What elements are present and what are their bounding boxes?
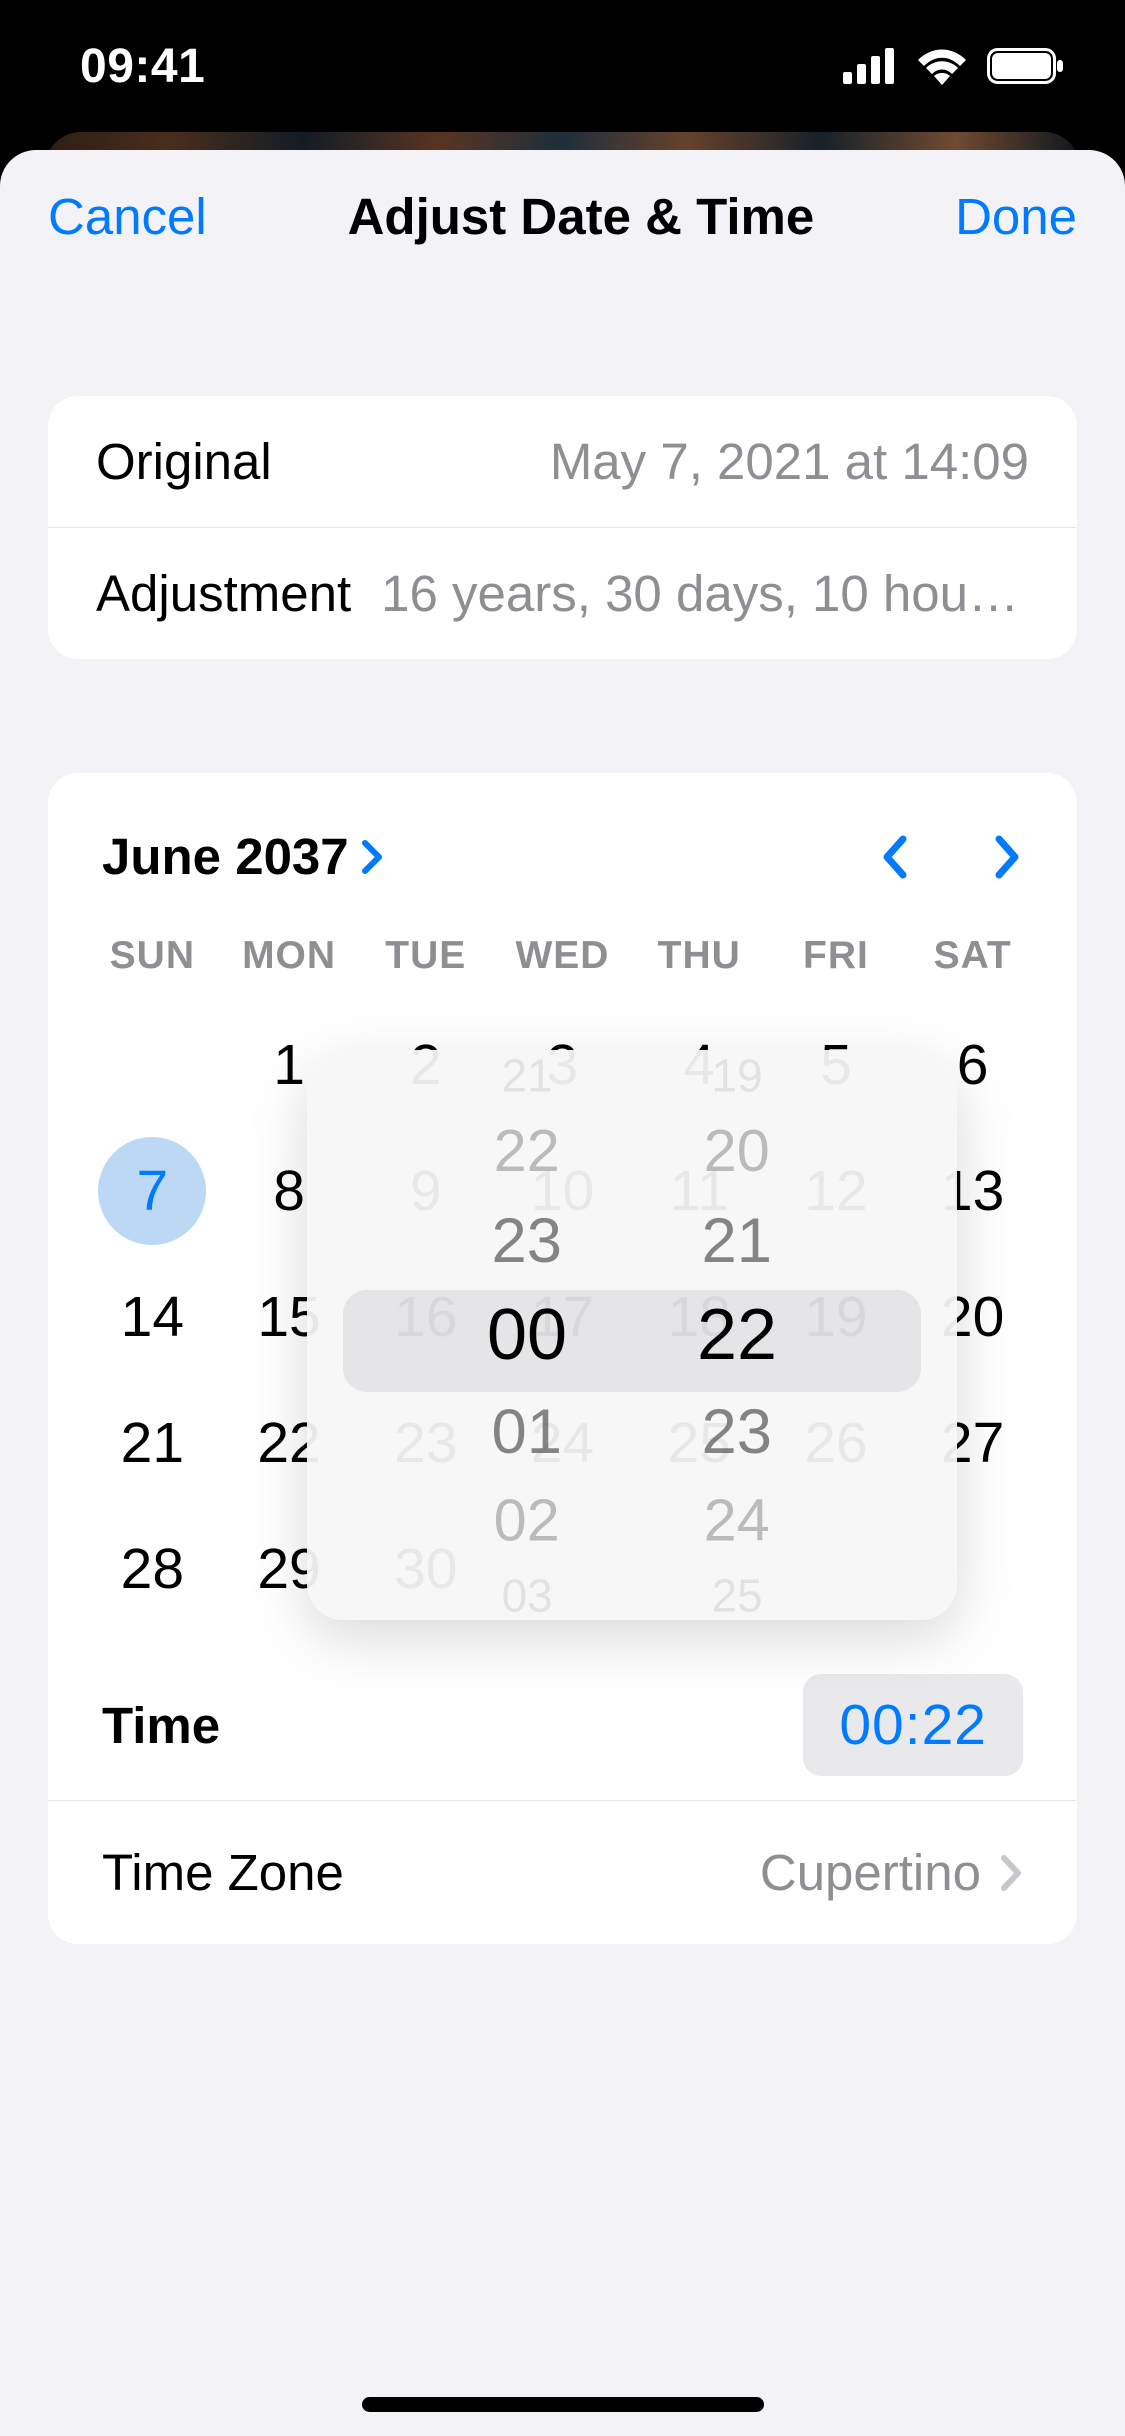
picker-wheel-item[interactable]: 02 [494,1480,560,1559]
picker-wheel-item[interactable]: 19 [711,1050,762,1099]
picker-wheel-item[interactable]: 03 [501,1570,552,1619]
calendar-day[interactable]: 21 [84,1380,221,1506]
weekday-label: SAT [904,934,1041,978]
done-button[interactable]: Done [955,187,1077,246]
adjustment-label: Adjustment [96,564,351,623]
weekday-label: TUE [357,934,494,978]
picker-wheel-item[interactable]: 01 [492,1388,562,1472]
picker-wheel-item[interactable]: 24 [704,1480,770,1559]
picker-wheel-item[interactable]: 22 [697,1285,777,1384]
cellular-icon [843,48,897,84]
weekday-header: SUNMONTUEWEDTHUFRISAT [48,916,1077,990]
status-time: 09:41 [80,39,205,94]
time-label: Time [102,1696,220,1755]
chevron-right-icon [999,1852,1023,1894]
next-month-button[interactable] [993,833,1023,881]
weekday-label: THU [631,934,768,978]
weekday-label: MON [221,934,358,978]
picker-wheel-item[interactable]: 21 [702,1198,772,1282]
picker-wheel-item[interactable]: 25 [711,1570,762,1619]
picker-wheel-item[interactable]: 20 [704,1111,770,1190]
picker-wheel-item[interactable]: 23 [702,1388,772,1472]
adjustment-value: 16 years, 30 days, 10 hours, 13 minu... [381,564,1029,623]
month-nav-arrows [879,833,1023,881]
info-card: Original May 7, 2021 at 14:09 Adjustment… [48,396,1077,659]
status-bar: 09:41 [0,0,1125,132]
time-row: Time 00:22 [48,1650,1077,1800]
original-row: Original May 7, 2021 at 14:09 [48,396,1077,527]
timezone-row[interactable]: Time Zone Cupertino [48,1800,1077,1944]
wifi-icon [915,46,969,86]
original-label: Original [96,432,272,491]
hour-wheel[interactable]: 21 22 230001 02 03 [422,1050,632,1620]
calendar-day[interactable]: 28 [84,1506,221,1632]
month-year-toggle[interactable]: June 2037 [102,827,385,886]
picker-wheel-item[interactable]: 21 [501,1050,552,1099]
weekday-label: WED [494,934,631,978]
minute-wheel[interactable]: 19 20 212223 24 25 [632,1050,842,1620]
prev-month-button[interactable] [879,833,909,881]
picker-wheel-item[interactable]: 22 [494,1111,560,1190]
time-value-button[interactable]: 00:22 [803,1674,1023,1776]
sheet-title: Adjust Date & Time [348,187,815,246]
original-value: May 7, 2021 at 14:09 [302,432,1029,491]
status-indicators [843,46,1065,86]
calendar-day[interactable]: 7 [84,1128,221,1254]
weekday-label: FRI [768,934,905,978]
month-year-label: June 2037 [102,827,349,886]
adjust-date-time-sheet: Cancel Adjust Date & Time Done Original … [0,150,1125,2436]
picker-wheel-item[interactable]: 00 [487,1285,567,1384]
timezone-label: Time Zone [102,1843,344,1902]
timezone-value-text: Cupertino [760,1843,981,1902]
weekday-label: SUN [84,934,221,978]
chevron-right-icon [361,839,385,875]
picker-wheel-item[interactable]: 23 [492,1198,562,1282]
home-indicator[interactable] [362,2397,764,2412]
calendar-day[interactable]: 14 [84,1254,221,1380]
time-picker-popover[interactable]: 21222300010203 19202122232425 [307,1050,957,1620]
timezone-value: Cupertino [760,1843,1023,1902]
cancel-button[interactable]: Cancel [48,187,207,246]
calendar-header: June 2037 [48,827,1077,916]
sheet-navbar: Cancel Adjust Date & Time Done [0,150,1125,282]
battery-icon [987,48,1065,84]
adjustment-row: Adjustment 16 years, 30 days, 10 hours, … [48,527,1077,659]
